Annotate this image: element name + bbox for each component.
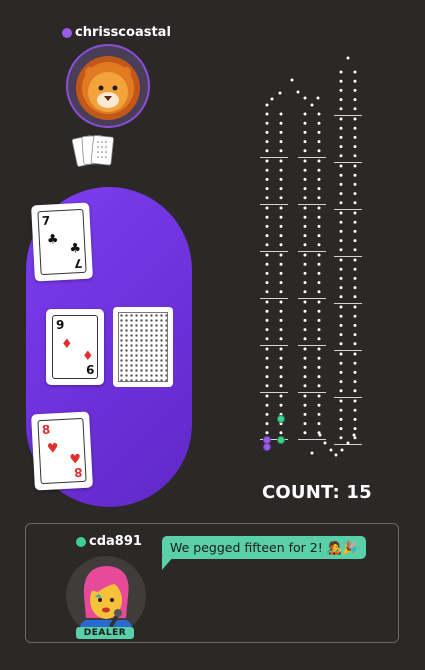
opponent-hand-icon (70, 131, 120, 171)
cribbage-board (260, 56, 362, 457)
club-suit-icon: ♣ (46, 232, 59, 248)
online-status-icon (76, 536, 86, 547)
dealer-badge: DEALER (76, 627, 134, 639)
played-card-eight-hearts: 8 ♥ ♥ 8 (31, 411, 93, 491)
opponent-name: chrisscoastal (75, 25, 171, 40)
played-card-seven-clubs: 7 ♣ ♣ 7 (31, 202, 93, 282)
opponent-avatar (66, 44, 150, 128)
singer-icon (80, 566, 132, 636)
club-suit-icon: ♣ (68, 241, 82, 257)
online-status-icon (62, 27, 72, 38)
count-display: COUNT: 15 (262, 482, 372, 503)
player-name-label: cda891 (76, 534, 142, 549)
deck-card-back[interactable] (113, 307, 173, 387)
opponent-name-label: chrisscoastal (62, 25, 171, 40)
diamond-suit-icon: ♦ (61, 337, 73, 352)
lion-icon (76, 56, 140, 120)
chat-bubble: We pegged fifteen for 2! 🧑‍🎤🎉 (162, 536, 366, 559)
played-card-nine-diamonds: 9 ♦ ♦ 9 (46, 309, 104, 385)
player-avatar (66, 556, 146, 636)
heart-suit-icon: ♥ (46, 441, 59, 457)
player-name: cda891 (89, 534, 142, 549)
